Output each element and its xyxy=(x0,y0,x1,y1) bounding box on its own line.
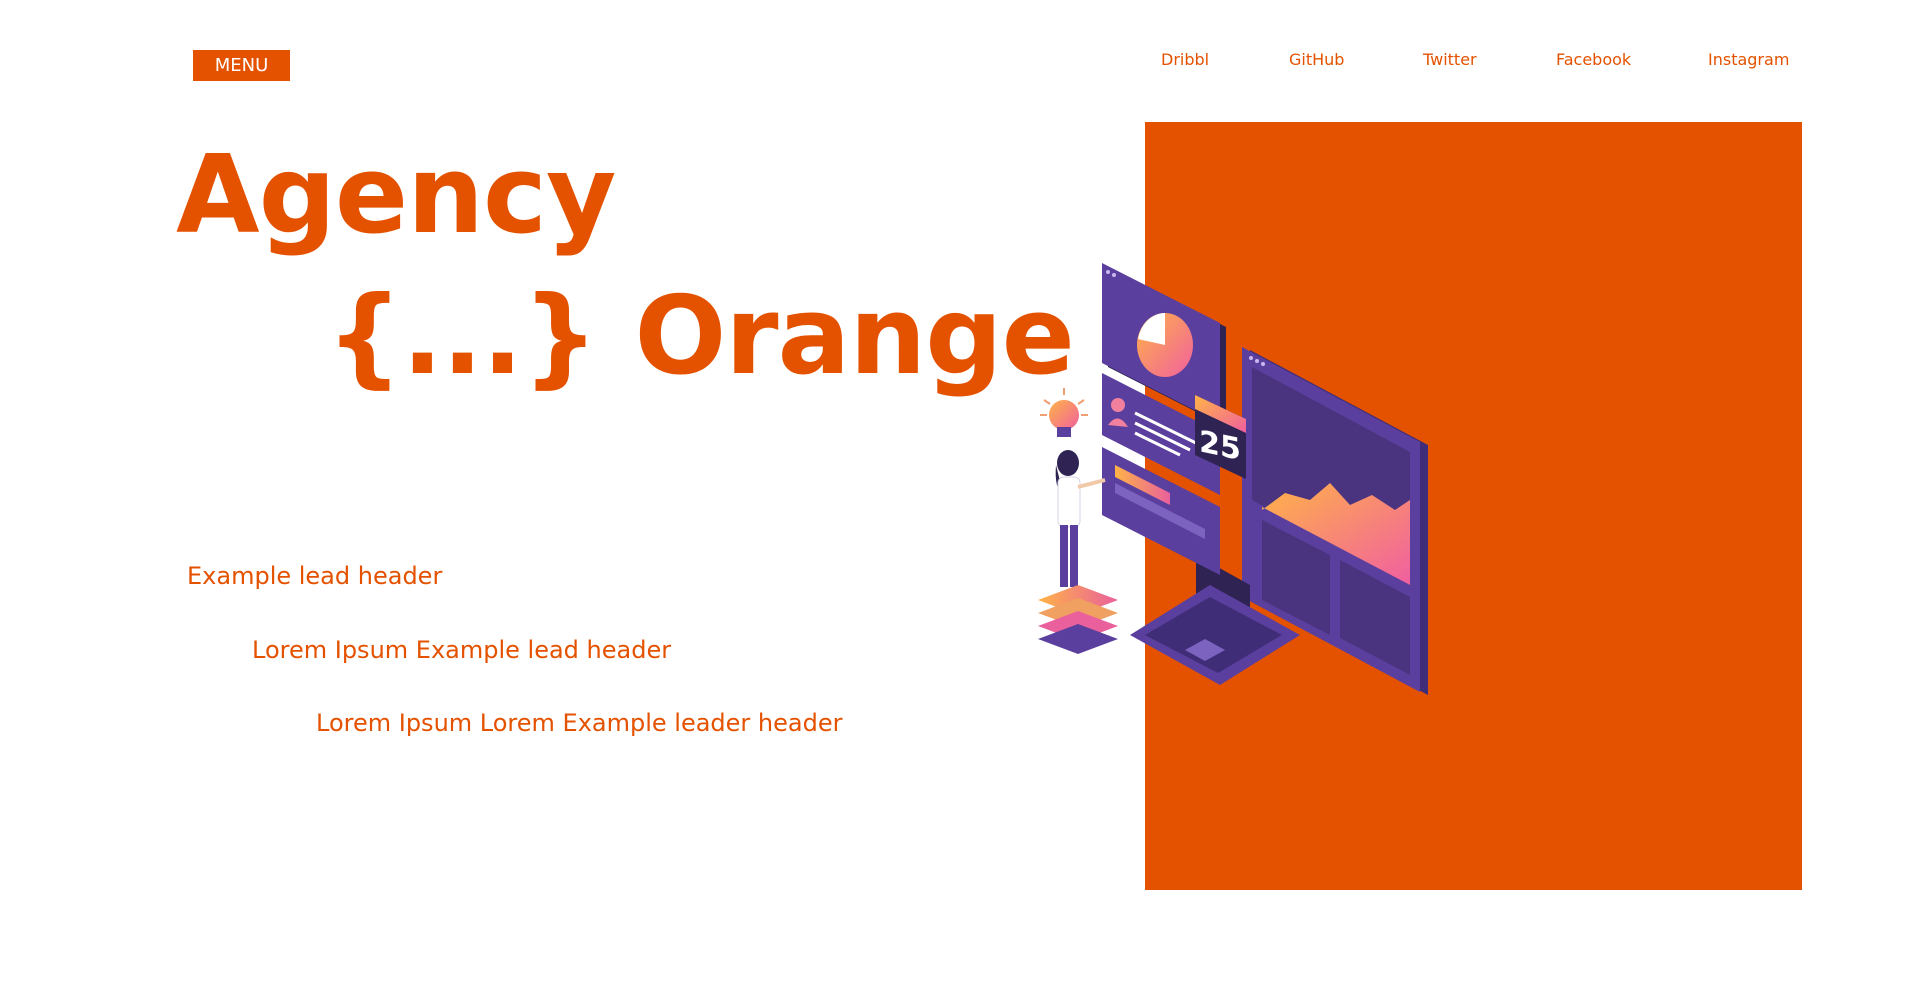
pie-chart-icon xyxy=(1137,313,1193,377)
social-nav: Dribbl GitHub Twitter Facebook Instagram xyxy=(0,48,1920,74)
hero-title-line-2: {...} Orange xyxy=(326,274,1075,399)
layer-stack xyxy=(1038,585,1118,654)
github-link[interactable]: GitHub xyxy=(1289,48,1344,72)
instagram-link[interactable]: Instagram xyxy=(1708,48,1789,72)
lead-header-1: Example lead header xyxy=(187,562,443,590)
facebook-link[interactable]: Facebook xyxy=(1556,48,1631,72)
person-figure xyxy=(1055,450,1106,598)
hero-title-line-1: Agency xyxy=(176,133,616,258)
twitter-link[interactable]: Twitter xyxy=(1423,48,1477,72)
lead-header-3: Lorem Ipsum Lorem Example leader header xyxy=(316,709,843,737)
dribbble-link[interactable]: Dribbl xyxy=(1161,48,1209,72)
lightbulb-icon xyxy=(1040,388,1088,437)
lead-header-2: Lorem Ipsum Example lead header xyxy=(252,636,672,664)
dashboard-illustration: 25 xyxy=(1038,263,1428,695)
